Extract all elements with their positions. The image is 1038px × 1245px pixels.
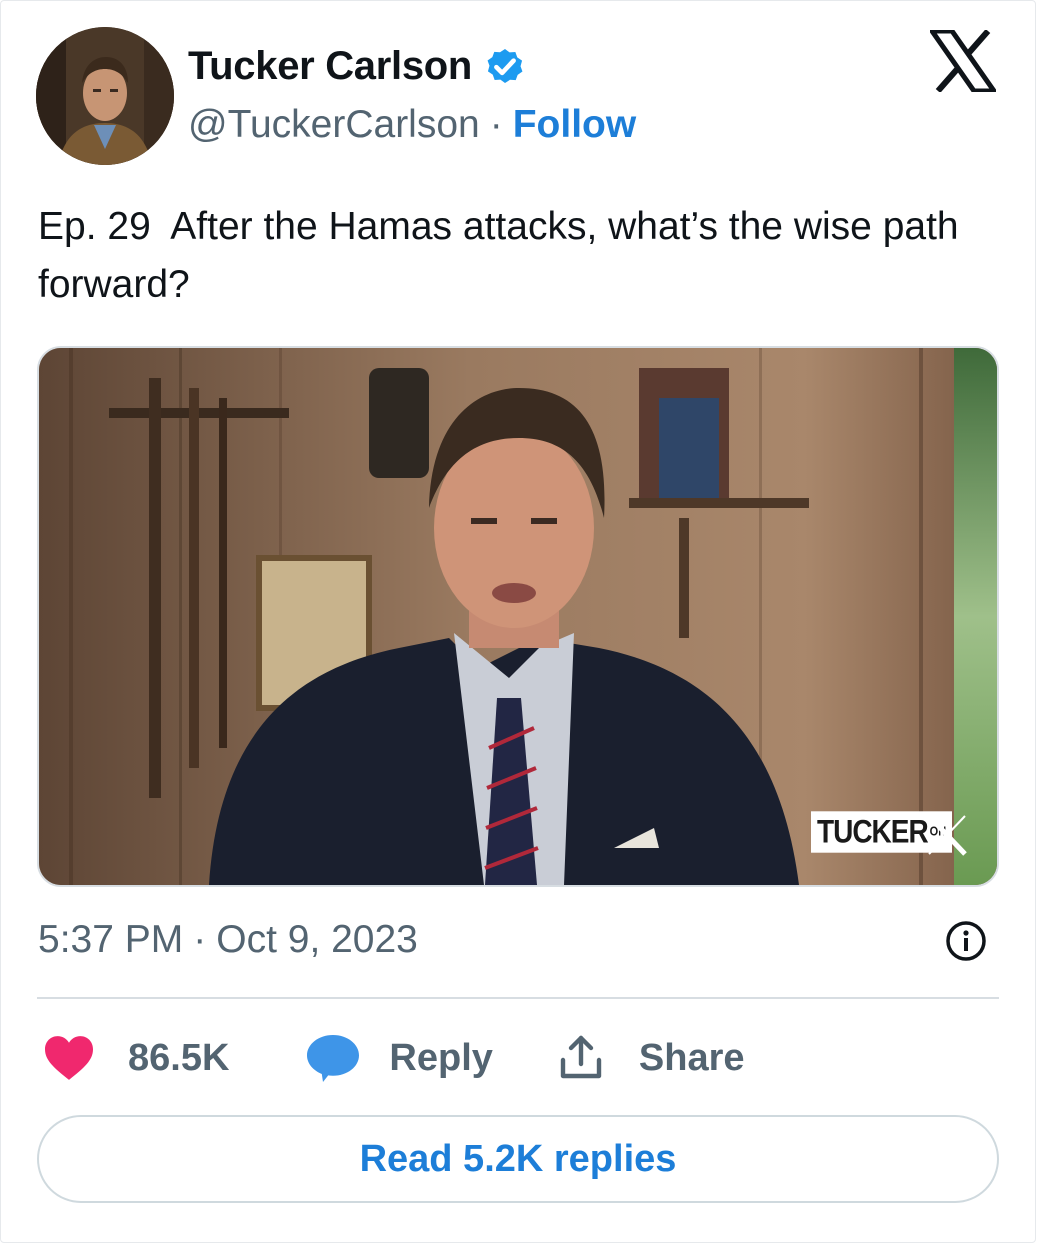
tweet-time: 5:37 PM (38, 918, 184, 961)
reply-label: Reply (389, 1036, 493, 1079)
author-handle-row: @TuckerCarlson · Follow (188, 100, 636, 150)
like-count: 86.5K (128, 1036, 230, 1079)
action-bar: 86.5K Reply Share (42, 1030, 745, 1086)
tweet-text: Ep. 29 After the Hamas attacks, what’s t… (38, 205, 970, 306)
timestamp-separator: · (193, 918, 207, 961)
handle-separator: · (489, 103, 503, 146)
heart-icon (45, 1036, 93, 1080)
avatar-image (36, 27, 174, 165)
divider (37, 997, 999, 999)
like-button[interactable]: 86.5K (42, 1034, 229, 1082)
read-replies-button[interactable]: Read 5.2K replies (37, 1115, 999, 1203)
share-button[interactable]: Share (557, 1034, 745, 1082)
avatar[interactable] (36, 27, 174, 165)
tweet-timestamp[interactable]: 5:37 PM · Oct 9, 2023 (38, 912, 418, 968)
video-frame-image (39, 348, 997, 885)
follow-button[interactable]: Follow (513, 103, 636, 147)
video-thumbnail[interactable]: TUCKER ON (37, 346, 999, 887)
author-name-row: Tucker Carlson (188, 40, 528, 92)
reply-bubble-icon (307, 1035, 360, 1082)
author-handle[interactable]: @TuckerCarlson (188, 103, 480, 147)
x-logo-icon[interactable] (930, 30, 996, 92)
watermark-x-icon (927, 814, 967, 856)
tweet-date: Oct 9, 2023 (216, 918, 418, 961)
share-icon (560, 1035, 602, 1079)
verified-badge-icon (487, 48, 523, 84)
author-name[interactable]: Tucker Carlson (188, 44, 472, 89)
info-icon[interactable] (945, 920, 987, 962)
reply-button[interactable]: Reply (305, 1033, 493, 1083)
share-label: Share (638, 1036, 745, 1079)
watermark-text: TUCKER (817, 813, 929, 850)
